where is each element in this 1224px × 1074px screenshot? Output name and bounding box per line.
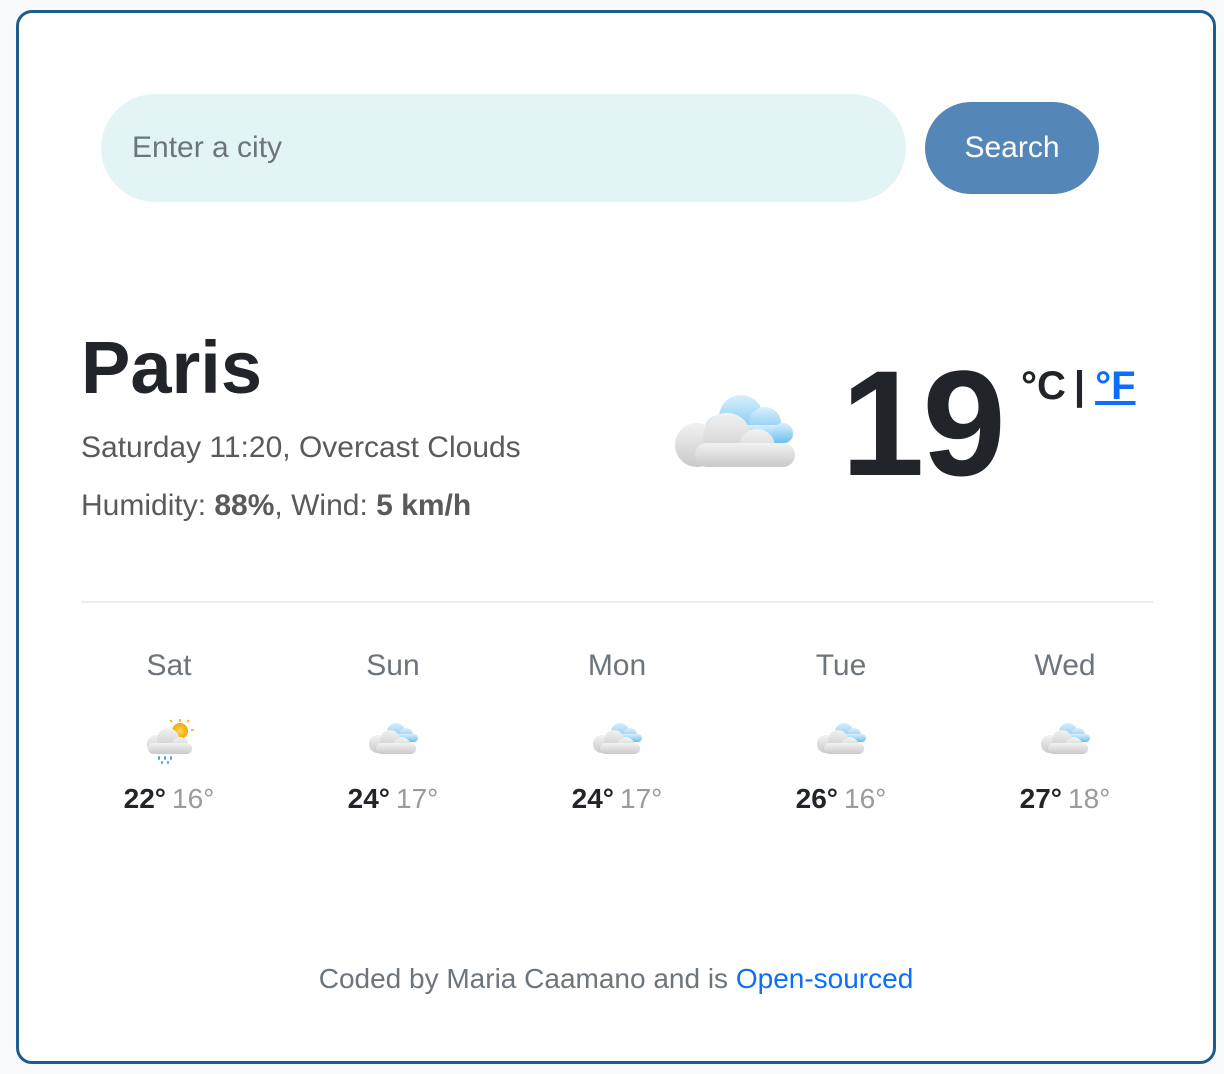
clouds-icon: [369, 723, 418, 754]
forecast-temps: 24° 17°: [505, 785, 729, 813]
forecast-temps: 27° 18°: [953, 785, 1177, 813]
wind-value: 5 km/h: [376, 489, 472, 522]
forecast-day-name: Sun: [366, 649, 420, 682]
forecast-day-name: Tue: [815, 649, 867, 682]
divider: [81, 601, 1153, 603]
forecast-temps: 26° 16°: [729, 785, 953, 813]
forecast-day: Tue 26° 16°: [729, 651, 953, 851]
forecast-max: 24°: [347, 783, 390, 814]
weather-description: Overcast Clouds: [298, 431, 521, 464]
weather-app-card: Search Paris Saturday 11:20, Overcast Cl…: [16, 10, 1216, 1064]
forecast-min: 16°: [172, 783, 215, 814]
forecast-max: 27°: [1019, 783, 1062, 814]
unit-separator: |: [1073, 364, 1086, 408]
clouds-icon: [1041, 723, 1090, 754]
forecast-day: Sun 24° 17°: [281, 651, 505, 851]
humidity-value: 88%: [214, 489, 275, 522]
forecast-day: Wed 27° 18°: [953, 651, 1177, 851]
day-time: Saturday 11:20: [81, 431, 283, 464]
forecast-min: 18°: [1068, 783, 1111, 814]
fahrenheit-link[interactable]: °F: [1095, 364, 1135, 408]
overcast-clouds-icon: [675, 395, 795, 467]
forecast-max: 22°: [123, 783, 166, 814]
footer: Coded by Maria Caamano and is Open-sourc…: [19, 965, 1213, 993]
forecast-temps: 22° 16°: [57, 785, 281, 813]
unit-switcher: °C | °F: [1021, 366, 1136, 406]
forecast-row: Sat 22° 16° Sun 24° 17° Mon 24° 17° Tue …: [57, 651, 1177, 851]
forecast-min: 16°: [844, 783, 887, 814]
forecast-day: Sat 22° 16°: [57, 651, 281, 851]
celsius-unit: °C: [1021, 364, 1066, 408]
forecast-day-name: Sat: [146, 649, 192, 682]
clouds-icon: [593, 723, 642, 754]
forecast-day-name: Mon: [587, 649, 647, 682]
city-search-input[interactable]: [101, 94, 906, 202]
forecast-max: 24°: [571, 783, 614, 814]
footer-text: Coded by Maria Caamano and is: [318, 963, 729, 994]
date-description: Saturday 11:20, Overcast Clouds: [81, 431, 521, 464]
current-temperature: 19: [841, 339, 1006, 507]
forecast-max: 26°: [795, 783, 838, 814]
open-source-link[interactable]: Open-sourced: [736, 963, 913, 994]
humidity-wind: Humidity: 88%, Wind: 5 km/h: [81, 489, 472, 522]
clouds-icon: [817, 723, 866, 754]
forecast-day: Mon 24° 17°: [505, 651, 729, 851]
wind-label: Wind:: [291, 489, 368, 522]
humidity-label: Humidity:: [81, 489, 207, 522]
forecast-day-name: Wed: [1034, 649, 1096, 682]
forecast-min: 17°: [620, 783, 663, 814]
rain-sun-icon: [147, 719, 194, 764]
forecast-min: 17°: [396, 783, 439, 814]
city-name: Paris: [81, 326, 263, 409]
forecast-temps: 24° 17°: [281, 785, 505, 813]
search-button[interactable]: Search: [925, 102, 1099, 194]
